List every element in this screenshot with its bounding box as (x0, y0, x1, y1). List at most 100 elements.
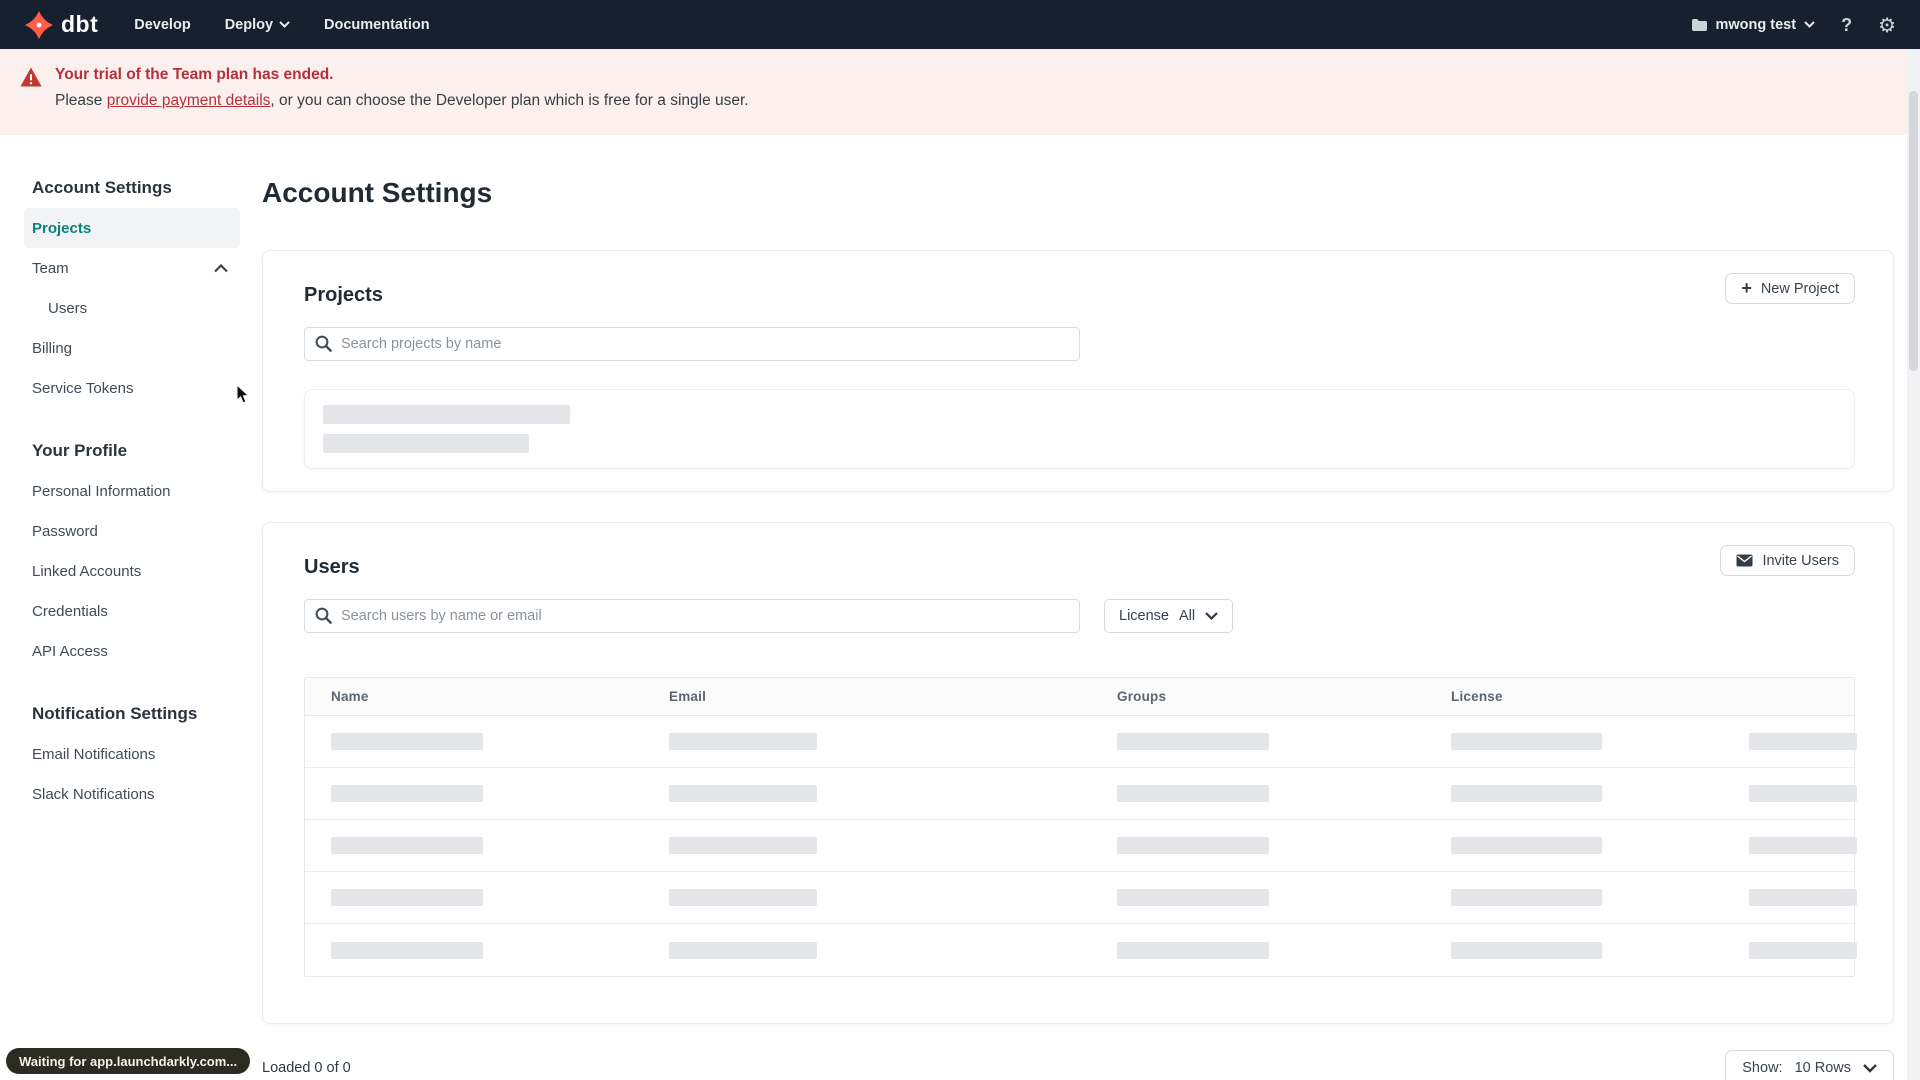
projects-search-input[interactable] (304, 327, 1080, 361)
sidebar-item-slack-notifications[interactable]: Slack Notifications (24, 774, 240, 814)
cell-license (1451, 733, 1749, 750)
sidebar-item-personal-information[interactable]: Personal Information (24, 471, 240, 511)
show-value: 10 Rows (1794, 1060, 1851, 1076)
cell-actions (1749, 941, 1857, 959)
sidebar-item-label: Users (48, 299, 88, 317)
skeleton-bar (1117, 785, 1269, 802)
skeleton-bar (1451, 733, 1602, 750)
skeleton-bar (669, 837, 817, 854)
provide-payment-details-link[interactable]: provide payment details (107, 92, 271, 109)
sidebar-section-notification-settings: Notification Settings Email Notification… (24, 694, 240, 814)
skeleton-bar (1749, 941, 1857, 959)
users-search (304, 599, 1080, 633)
nav-item-documentation[interactable]: Documentation (324, 17, 430, 33)
invite-users-label: Invite Users (1762, 552, 1839, 569)
column-header-name: Name (331, 689, 369, 704)
cell-actions (1749, 785, 1857, 802)
account-switcher[interactable]: mwong test (1691, 17, 1816, 33)
loaded-count: Loaded 0 of 0 (262, 1060, 351, 1076)
cell-actions (1749, 733, 1857, 750)
skeleton-bar (331, 785, 483, 802)
chevron-down-icon (1804, 21, 1815, 28)
browser-status-text: Waiting for app.launchdarkly.com... (19, 1053, 238, 1069)
sidebar-item-email-notifications[interactable]: Email Notifications (24, 734, 240, 774)
sidebar-item-billing[interactable]: Billing (24, 328, 240, 368)
sidebar-item-password[interactable]: Password (24, 511, 240, 551)
sidebar-item-api-access[interactable]: API Access (24, 631, 240, 671)
scrollbar-thumb[interactable] (1909, 91, 1918, 371)
sidebar-item-projects[interactable]: Projects (24, 208, 240, 248)
main-content: Account Settings Projects + New Project (262, 168, 1894, 1080)
users-table-header: Name Email Groups License (305, 678, 1854, 716)
sidebar-item-users[interactable]: Users (24, 288, 240, 328)
sidebar-item-credentials[interactable]: Credentials (24, 591, 240, 631)
users-table-body (305, 716, 1857, 976)
settings-sidebar: Account Settings Projects Team Users Bil… (24, 168, 240, 837)
banner-title: Your trial of the Team plan has ended. (55, 66, 334, 83)
cell-email (669, 889, 1117, 906)
trial-banner: Your trial of the Team plan has ended. P… (0, 49, 1920, 135)
sidebar-item-label: Credentials (32, 602, 108, 620)
show-label: Show: (1742, 1060, 1783, 1076)
sidebar-item-label: Personal Information (32, 482, 171, 500)
sidebar-item-team[interactable]: Team (24, 248, 240, 288)
sidebar-heading-notification-settings: Notification Settings (32, 704, 198, 723)
cell-groups (1117, 889, 1451, 906)
skeleton-bar (1117, 733, 1269, 750)
chevron-down-icon (279, 21, 290, 28)
dbt-logo[interactable]: dbt (24, 10, 98, 40)
sidebar-item-linked-accounts[interactable]: Linked Accounts (24, 551, 240, 591)
help-icon[interactable]: ? (1841, 16, 1852, 34)
sidebar-item-label: Service Tokens (32, 379, 134, 397)
sidebar-section-your-profile: Your Profile Personal Information Passwo… (24, 431, 240, 671)
account-name: mwong test (1715, 16, 1797, 33)
cell-name (305, 889, 669, 906)
cell-email (669, 837, 1117, 854)
new-project-button[interactable]: + New Project (1725, 273, 1855, 304)
table-row (305, 768, 1857, 820)
skeleton-bar (323, 405, 570, 424)
skeleton-bar (331, 941, 483, 959)
sidebar-item-service-tokens[interactable]: Service Tokens (24, 368, 240, 408)
page: dbt Develop Deploy Documentation mwong t… (0, 0, 1920, 1080)
sidebar-item-label: API Access (32, 642, 108, 660)
cell-name (305, 785, 669, 802)
license-filter-dropdown[interactable]: License All (1104, 599, 1234, 633)
banner-body-prefix: Please (55, 92, 107, 109)
cell-email (669, 941, 1117, 959)
nav-item-label: Develop (134, 16, 191, 33)
nav-item-develop[interactable]: Develop (134, 17, 190, 33)
cell-email (669, 785, 1117, 802)
sidebar-heading-your-profile: Your Profile (32, 441, 128, 460)
users-table-footer: Loaded 0 of 0 Show: 10 Rows (262, 1050, 1894, 1080)
invite-users-button[interactable]: Invite Users (1720, 545, 1855, 576)
sidebar-section-account-settings: Account Settings Projects Team Users Bil… (24, 168, 240, 408)
plus-icon: + (1741, 277, 1752, 298)
users-card: Users Invite Users License (262, 522, 1894, 1024)
cell-actions (1749, 837, 1857, 854)
cell-license (1451, 941, 1749, 959)
skeleton-bar (1117, 941, 1269, 959)
dbt-logo-text: dbt (61, 11, 99, 37)
banner-text: Your trial of the Team plan has ended. P… (55, 66, 749, 135)
nav-item-deploy[interactable]: Deploy (225, 17, 290, 33)
chevron-down-icon (1205, 612, 1218, 620)
gear-icon[interactable]: ⚙ (1878, 15, 1896, 35)
sidebar-item-label: Email Notifications (32, 745, 156, 763)
skeleton-bar (1117, 837, 1269, 854)
banner-body: Please provide payment details, or you c… (55, 92, 749, 110)
users-table: Name Email Groups License (304, 677, 1857, 977)
search-icon (315, 335, 332, 352)
new-project-label: New Project (1760, 280, 1839, 297)
warning-icon (20, 67, 42, 87)
skeleton-bar (1749, 889, 1857, 906)
cell-email (669, 733, 1117, 750)
rows-per-page-dropdown[interactable]: Show: 10 Rows (1725, 1050, 1894, 1080)
top-nav: dbt Develop Deploy Documentation mwong t… (0, 0, 1920, 49)
projects-search (304, 327, 1080, 361)
envelope-icon (1736, 554, 1753, 567)
users-search-input[interactable] (304, 599, 1080, 633)
scrollbar[interactable] (1907, 49, 1920, 1080)
cell-license (1451, 837, 1749, 854)
chevron-down-icon (1863, 1063, 1877, 1073)
